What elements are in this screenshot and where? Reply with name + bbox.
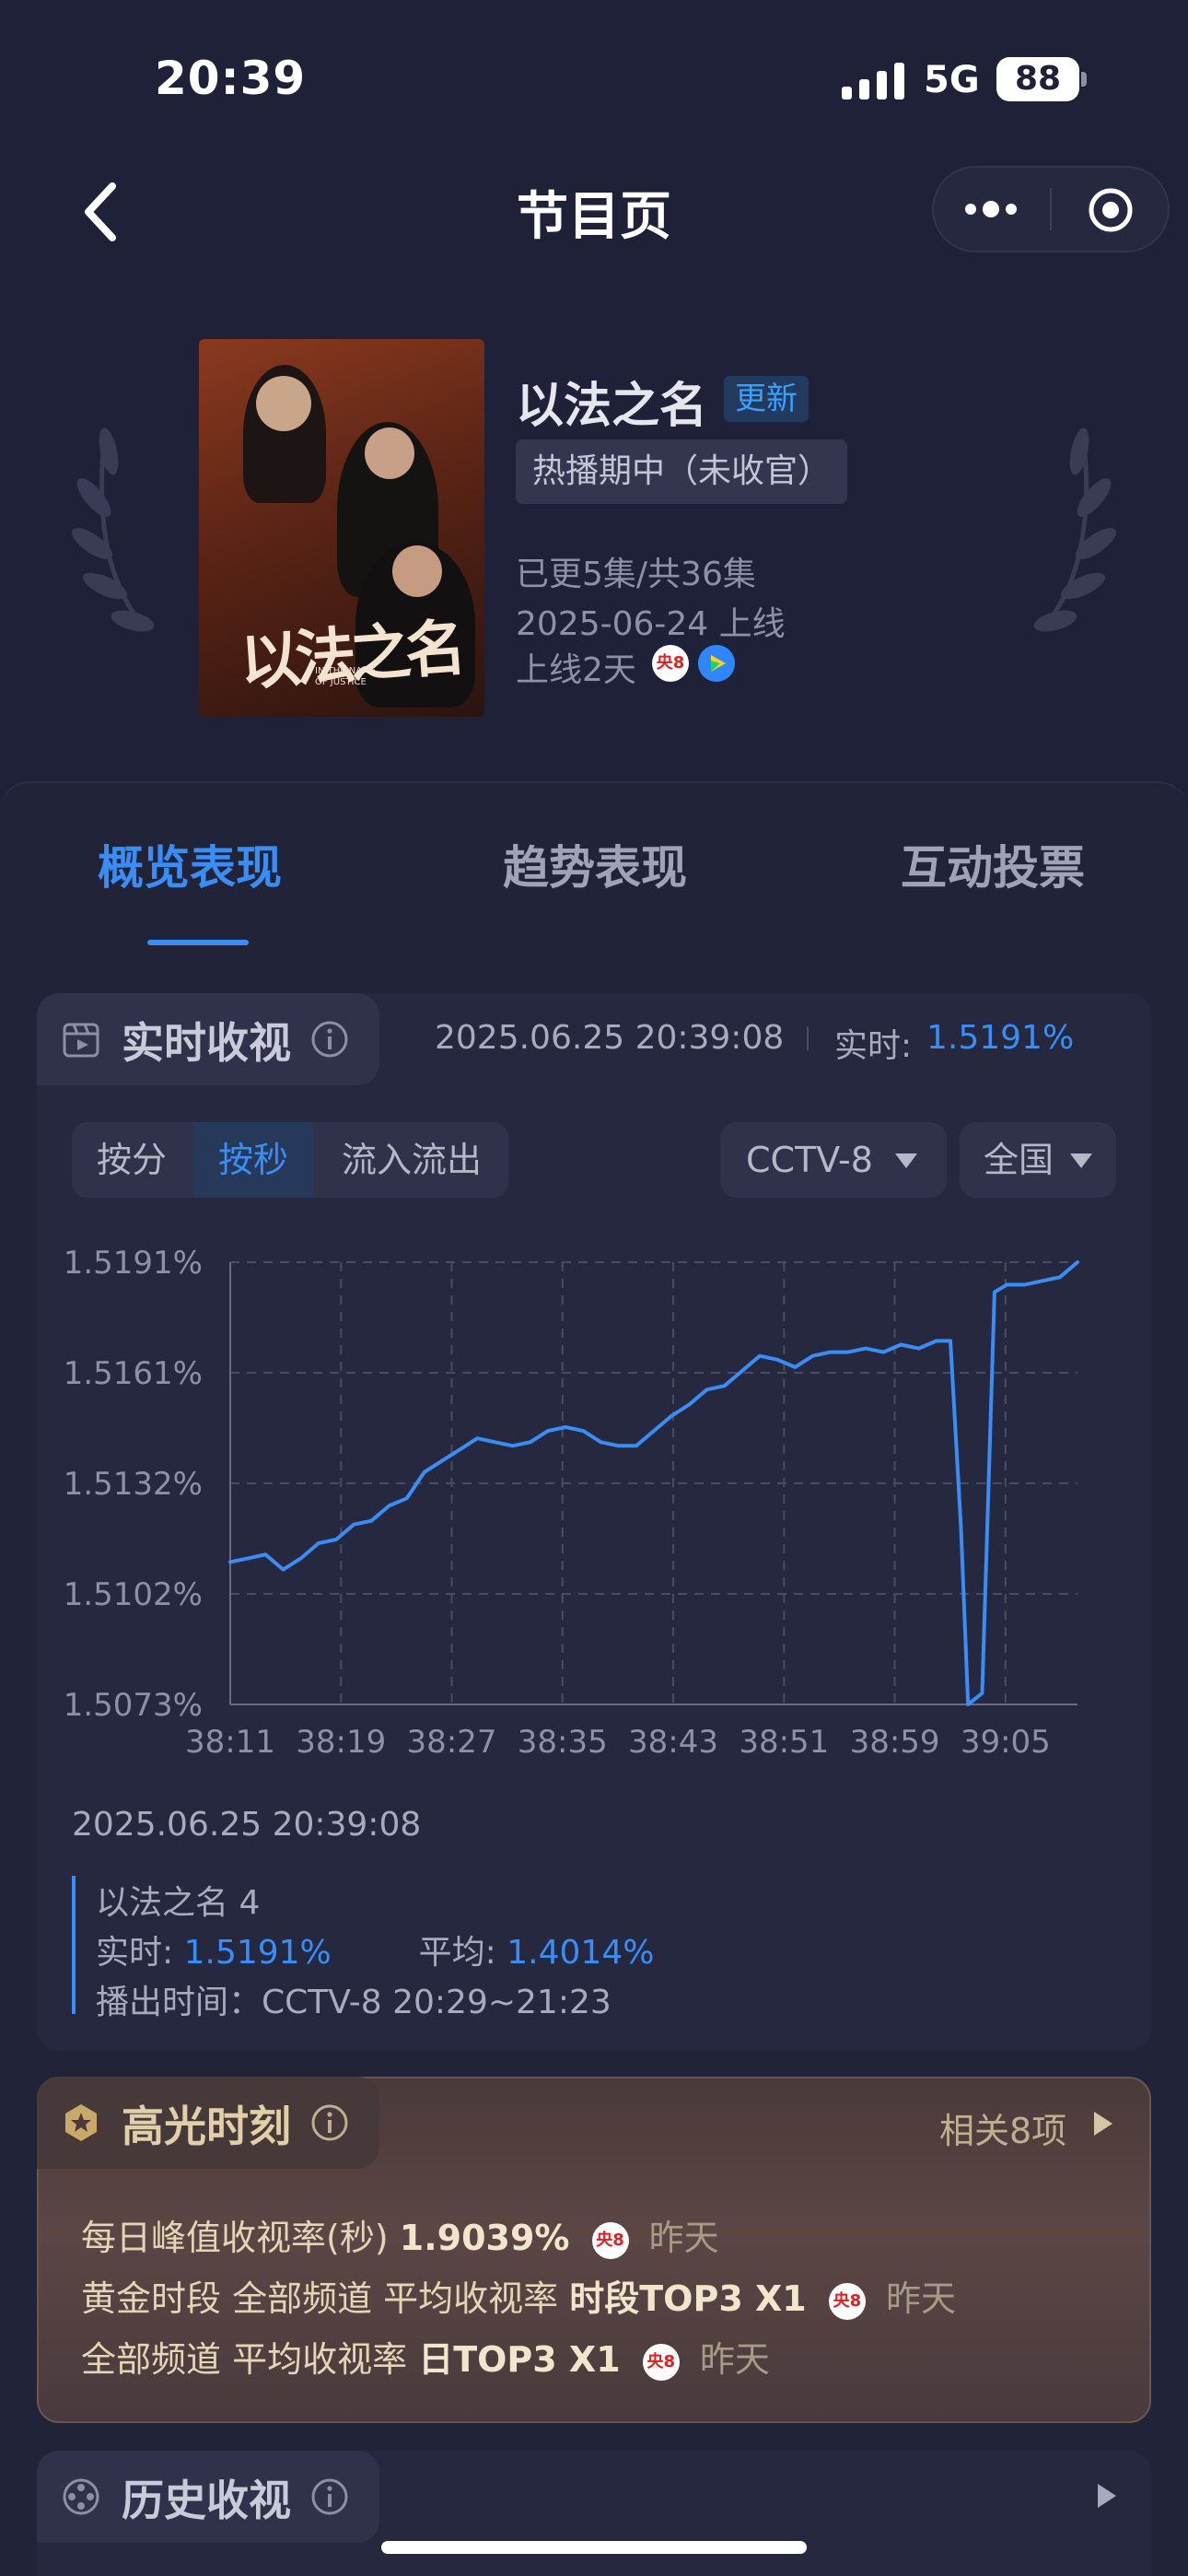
home-indicator[interactable] (381, 2541, 807, 2554)
close-target-icon[interactable] (1085, 187, 1136, 233)
episode-count: 已更5集/共36集 (516, 556, 756, 593)
film-reel-icon (63, 2478, 99, 2515)
online-days: 上线2天 (516, 651, 636, 689)
segment-by-minute[interactable]: 按分 (72, 1122, 192, 1198)
tooltip-realtime-value: 1.5191% (183, 1934, 332, 1972)
video-platform-logo-icon (698, 645, 735, 682)
x-tick-label: 38:27 (407, 1724, 497, 1761)
tooltip-airtime: 播出时间：CCTV-8 20:29~21:23 (96, 1984, 611, 2021)
history-title: 历史收视 (122, 2476, 291, 2525)
segment-by-second[interactable]: 按秒 (193, 1122, 313, 1198)
broadcast-status-badge: 热播期中（未收官） (516, 439, 848, 504)
network-label: 5G (924, 59, 980, 101)
release-date: 2025-06-24 上线 (516, 605, 786, 643)
highlights-title: 高光时刻 (122, 2102, 291, 2151)
tooltip-realtime-label: 实时: (96, 1934, 174, 1972)
battery-nub (1081, 72, 1087, 87)
realtime-value: 1.5191% (926, 1019, 1075, 1057)
highlight-row: 黄金时段 全部频道 平均收视率 时段TOP3 X1 央8 昨天 (81, 2270, 956, 2321)
tab-overview[interactable]: 概览表现 (98, 831, 282, 897)
realtime-timestamp: 2025.06.25 20:39:08 (435, 1019, 785, 1057)
realtime-label: 实时: (834, 1027, 913, 1065)
capsule-divider (1050, 188, 1052, 230)
x-tick-label: 38:43 (628, 1724, 718, 1761)
granularity-segment: 按分 按秒 流入流出 (72, 1122, 508, 1198)
show-poster[interactable]: 以法之名 IN THE NAME OF JUSTICE (199, 339, 484, 717)
highlight-row: 每日峰值收视率(秒) 1.9039% 央8 昨天 (81, 2209, 719, 2260)
highlight-text: 每日峰值收视率(秒) (81, 2218, 389, 2258)
show-title: 以法之名 (516, 379, 708, 434)
highlight-value: 时段TOP3 X1 (569, 2278, 807, 2319)
poster-subtitle: IN THE NAME OF JUSTICE (315, 666, 377, 687)
x-tick-label: 38:19 (296, 1724, 386, 1761)
channel-dropdown[interactable]: CCTV-8 (720, 1122, 947, 1198)
y-tick-label: 1.5161% (64, 1355, 203, 1392)
highlight-text: 全部频道 平均收视率 (81, 2339, 408, 2380)
tooltip-average-label: 平均: (418, 1934, 496, 1972)
region-dropdown[interactable]: 全国 (960, 1122, 1116, 1198)
calendar-icon (63, 1023, 99, 1058)
realtime-line-chart[interactable]: 1.5191% 1.5161% 1.5132% 1.5102% 1.5073%38:11… (55, 1235, 1124, 1778)
tab-active-indicator (147, 940, 249, 945)
tooltip-average-value: 1.4014% (507, 1934, 655, 1972)
highlight-when: 昨天 (648, 2218, 719, 2258)
y-tick-label: 1.5132% (64, 1466, 203, 1503)
poster-face-1 (256, 376, 311, 431)
cctv8-logo-icon: 央8 (642, 2343, 680, 2381)
status-time: 20:39 (155, 52, 307, 105)
tooltip-date: 2025.06.25 20:39:08 (72, 1806, 422, 1844)
realtime-title: 实时收视 (122, 1018, 291, 1068)
cctv8-logo-icon: 央8 (652, 645, 689, 682)
play-arrow-icon[interactable] (1094, 2112, 1112, 2136)
x-tick-label: 38:51 (739, 1724, 829, 1761)
highlight-value: 1.9039% (399, 2218, 570, 2258)
info-icon[interactable] (309, 1019, 350, 1060)
info-icon[interactable] (309, 2102, 350, 2143)
highlight-when: 昨天 (699, 2339, 770, 2380)
y-tick-label: 1.5102% (64, 1576, 203, 1613)
poster-face-3 (392, 545, 442, 597)
chevron-down-icon (1070, 1153, 1092, 1168)
play-arrow-icon[interactable] (1098, 2484, 1116, 2508)
chevron-down-icon (895, 1153, 917, 1168)
tooltip-values: 实时: 1.5191% 平均: 1.4014% (96, 1926, 654, 1973)
y-tick-label: 1.5073% (64, 1687, 203, 1724)
signal-icon (842, 63, 904, 100)
star-badge-icon (65, 2104, 97, 2141)
x-tick-label: 38:11 (185, 1724, 275, 1761)
x-tick-label: 38:35 (518, 1724, 608, 1761)
highlight-row: 全部频道 平均收视率 日TOP3 X1 央8 昨天 (81, 2331, 770, 2382)
more-icon[interactable] (961, 189, 1020, 229)
x-tick-label: 38:59 (850, 1724, 940, 1761)
info-icon[interactable] (309, 2476, 350, 2517)
battery-icon: 88 (996, 57, 1079, 101)
region-dropdown-value: 全国 (984, 1140, 1054, 1180)
poster-face-2 (365, 427, 414, 479)
tooltip-series-bar (72, 1876, 76, 2014)
tab-trend[interactable]: 趋势表现 (503, 831, 687, 897)
cctv8-logo-icon: 央8 (591, 2221, 629, 2259)
laurel-right-icon (1033, 427, 1117, 632)
laurel-left-icon (71, 427, 155, 632)
update-badge: 更新 (724, 376, 809, 422)
x-tick-label: 39:05 (961, 1724, 1051, 1761)
highlight-text: 黄金时段 全部频道 平均收视率 (81, 2278, 559, 2319)
tab-vote[interactable]: 互动投票 (901, 831, 1085, 897)
highlights-more-link[interactable]: 相关8项 (939, 2102, 1066, 2153)
highlight-value: 日TOP3 X1 (418, 2339, 621, 2380)
y-tick-label: 1.5191% (64, 1245, 203, 1282)
highlight-when: 昨天 (885, 2278, 956, 2319)
cctv8-logo-icon: 央8 (828, 2282, 866, 2320)
channel-dropdown-value: CCTV-8 (746, 1140, 873, 1180)
tooltip-program: 以法之名 4 (96, 1884, 261, 1922)
segment-inflow-outflow[interactable]: 流入流出 (315, 1122, 508, 1198)
divider (807, 1026, 809, 1050)
